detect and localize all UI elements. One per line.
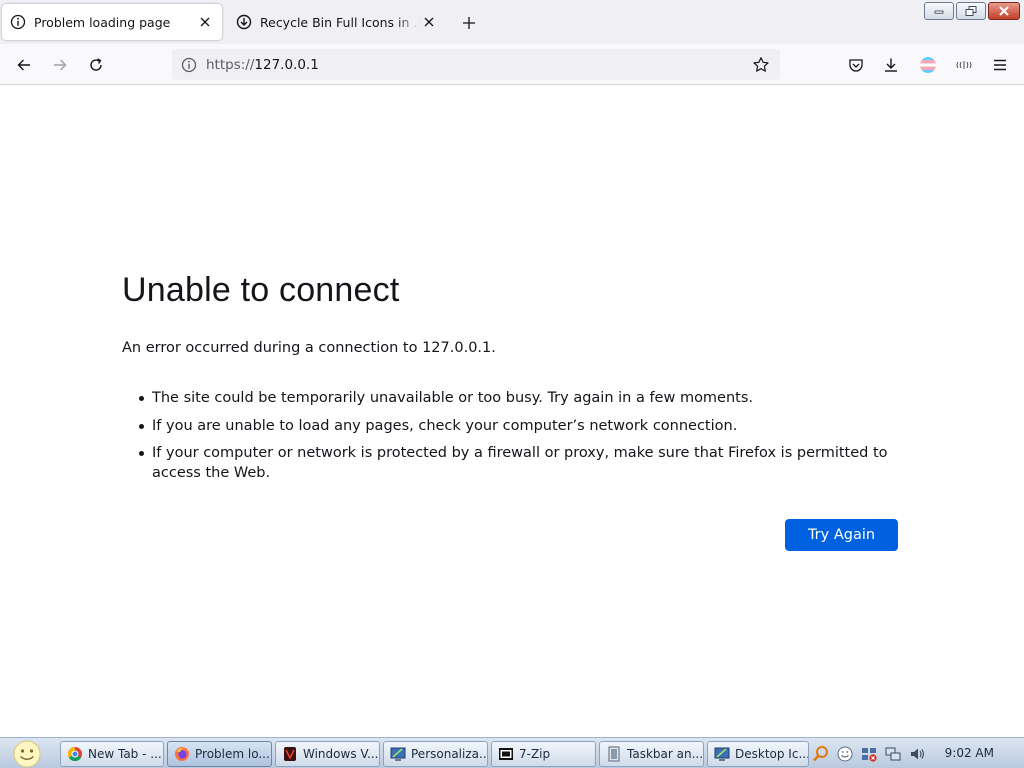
tab-problem-loading[interactable]: Problem loading page (2, 4, 222, 40)
suggestion-item: If you are unable to load any pages, che… (139, 416, 912, 436)
error-description: An error occurred during a connection to… (122, 340, 496, 356)
menu-icon (994, 59, 1006, 71)
window-controls (924, 2, 1020, 20)
search-icon[interactable] (812, 745, 830, 763)
error-title: Unable to connect (122, 271, 400, 309)
display-icon (714, 747, 730, 761)
security-alert-icon[interactable] (860, 745, 878, 763)
back-icon (17, 59, 30, 71)
error-page: Unable to connect An error occurred duri… (0, 85, 1024, 737)
restore-button[interactable] (956, 2, 986, 20)
emoji-icon[interactable] (836, 745, 854, 763)
url-bar[interactable]: https://127.0.0.1 (172, 49, 780, 80)
taskbar-label: Personaliza... (411, 747, 488, 761)
taskbar-label: 7-Zip (519, 747, 551, 761)
taskbar-label: Windows V... (303, 747, 379, 761)
error-suggestions: The site could be temporarily unavailabl… (139, 388, 912, 491)
display-icon (390, 747, 406, 761)
clock[interactable]: 9:02 AM (945, 746, 994, 760)
extension-icon (956, 61, 972, 69)
firefox-icon (175, 747, 189, 761)
network-icon[interactable] (884, 745, 902, 763)
forward-button[interactable] (47, 52, 73, 78)
download-icon (885, 58, 897, 72)
pocket-icon (849, 59, 863, 72)
taskbar-item-desktop-icons[interactable]: Desktop Ic... (707, 741, 809, 767)
site-info-icon[interactable] (180, 56, 198, 74)
info-icon (10, 14, 26, 30)
close-tab-icon[interactable] (196, 13, 214, 31)
taskbar-label: Problem lo... (195, 747, 270, 761)
app-icon (284, 747, 296, 761)
url-input[interactable]: https://127.0.0.1 (206, 57, 750, 73)
taskbar-label: Desktop Ic... (735, 747, 809, 761)
taskbar-item-7zip[interactable]: 7-Zip (491, 741, 596, 767)
extensions-button[interactable] (951, 52, 977, 78)
taskbar-item-problem-loading[interactable]: Problem lo... (167, 741, 272, 767)
taskbar: New Tab - ... Problem lo... Windows V...… (0, 737, 1024, 768)
taskbar-item-new-tab[interactable]: New Tab - ... (60, 741, 164, 767)
taskbar-settings-icon (608, 746, 620, 762)
tab-label: Recycle Bin Full Icons in .svg .png (260, 14, 420, 30)
url-host: 127.0.0.1 (254, 56, 319, 73)
back-button[interactable] (11, 52, 37, 78)
account-button[interactable] (915, 52, 941, 78)
plus-icon (463, 17, 475, 29)
download-circle-icon (236, 14, 252, 30)
chrome-icon (67, 746, 82, 762)
downloads-button[interactable] (878, 52, 904, 78)
try-again-button[interactable]: Try Again (785, 519, 898, 551)
tab-strip: Problem loading page Recycle Bin Full Ic… (0, 0, 1024, 44)
tab-recycle-bin[interactable]: Recycle Bin Full Icons in .svg .png (228, 4, 446, 40)
pocket-button[interactable] (843, 52, 869, 78)
account-icon (920, 57, 936, 73)
taskbar-item-personalization[interactable]: Personaliza... (383, 741, 488, 767)
start-button[interactable] (6, 738, 48, 768)
url-scheme: https:// (206, 56, 255, 73)
volume-icon[interactable] (908, 745, 926, 763)
taskbar-item-taskbar[interactable]: Taskbar an... (599, 741, 704, 767)
close-tab-icon[interactable] (420, 13, 438, 31)
tab-label: Problem loading page (34, 14, 171, 30)
restore-icon (965, 6, 977, 16)
new-tab-button[interactable] (458, 12, 480, 34)
suggestion-item: If your computer or network is protected… (139, 443, 912, 483)
smiley-icon (13, 740, 41, 767)
close-window-button[interactable] (988, 2, 1020, 20)
app-menu-button[interactable] (987, 52, 1013, 78)
navigation-toolbar: https://127.0.0.1 (0, 44, 1024, 85)
reload-icon (90, 58, 102, 71)
taskbar-label: Taskbar an... (627, 747, 704, 761)
bookmark-star-icon[interactable] (750, 54, 772, 76)
forward-icon (54, 59, 67, 71)
minimize-button[interactable] (924, 2, 954, 20)
taskbar-item-windows[interactable]: Windows V... (275, 741, 380, 767)
taskbar-label: New Tab - ... (88, 747, 162, 761)
minimize-icon (934, 10, 944, 14)
suggestion-item: The site could be temporarily unavailabl… (139, 388, 912, 408)
reload-button[interactable] (83, 52, 109, 78)
close-icon (999, 6, 1009, 16)
7zip-icon (499, 748, 513, 760)
